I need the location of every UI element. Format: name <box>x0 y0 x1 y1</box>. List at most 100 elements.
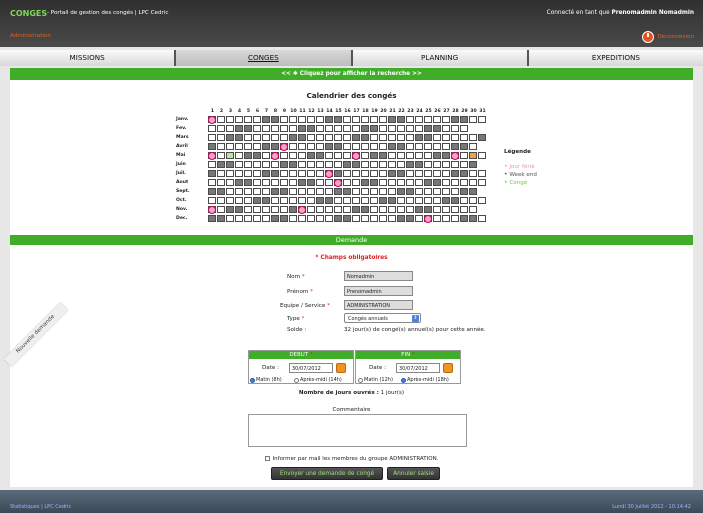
calendar-day-cell[interactable] <box>289 188 297 195</box>
calendar-day-cell[interactable] <box>307 188 315 195</box>
calendar-day-cell[interactable] <box>334 161 342 168</box>
calendar-day-cell[interactable] <box>442 170 450 177</box>
calendar-day-cell[interactable] <box>325 188 333 195</box>
calendar-day-cell[interactable] <box>478 179 486 186</box>
calendar-day-cell[interactable] <box>235 125 243 132</box>
calendar-day-cell[interactable] <box>334 125 342 132</box>
calendar-day-cell[interactable] <box>379 125 387 132</box>
calendar-day-cell[interactable] <box>370 170 378 177</box>
calendar-day-cell[interactable] <box>442 188 450 195</box>
calendar-day-cell[interactable] <box>253 188 261 195</box>
calendar-day-cell[interactable] <box>352 197 360 204</box>
calendar-day-cell[interactable] <box>271 170 279 177</box>
calendar-day-cell[interactable] <box>235 134 243 141</box>
calendar-day-cell[interactable] <box>442 134 450 141</box>
calendar-day-cell[interactable] <box>226 143 234 150</box>
calendar-day-cell[interactable] <box>244 143 252 150</box>
calendar-day-cell[interactable] <box>406 197 414 204</box>
calendar-day-cell[interactable] <box>397 161 405 168</box>
calendar-day-cell[interactable] <box>433 116 441 123</box>
calendar-day-cell[interactable] <box>316 206 324 213</box>
calendar-day-cell[interactable] <box>424 197 432 204</box>
calendar-day-cell[interactable] <box>415 161 423 168</box>
calendar-day-cell[interactable] <box>316 170 324 177</box>
calendar-day-cell[interactable] <box>361 152 369 159</box>
calendar-day-cell[interactable] <box>325 143 333 150</box>
calendar-day-cell[interactable] <box>289 125 297 132</box>
type-select[interactable]: Congés annuels ⇕ <box>344 313 421 323</box>
calendar-day-cell[interactable] <box>280 197 288 204</box>
calendar-day-cell[interactable] <box>379 179 387 186</box>
calendar-day-cell[interactable] <box>271 197 279 204</box>
calendar-day-cell[interactable] <box>478 134 486 141</box>
calendar-day-cell[interactable] <box>253 152 261 159</box>
calendar-day-cell[interactable] <box>361 197 369 204</box>
calendar-day-cell[interactable] <box>451 116 459 123</box>
calendar-day-cell[interactable] <box>370 116 378 123</box>
calendar-day-cell[interactable] <box>343 152 351 159</box>
calendar-day-cell[interactable] <box>289 179 297 186</box>
calendar-day-cell[interactable] <box>226 125 234 132</box>
calendar-day-cell[interactable] <box>442 161 450 168</box>
calendar-day-cell[interactable] <box>442 206 450 213</box>
calendar-icon[interactable] <box>336 363 346 373</box>
calendar-day-cell[interactable] <box>217 188 225 195</box>
calendar-day-cell[interactable] <box>361 143 369 150</box>
calendar-day-cell[interactable] <box>208 170 216 177</box>
calendar-day-cell[interactable] <box>244 188 252 195</box>
calendar-day-cell[interactable] <box>253 161 261 168</box>
calendar-day-cell[interactable] <box>298 116 306 123</box>
calendar-day-cell[interactable] <box>397 179 405 186</box>
calendar-day-cell[interactable] <box>406 161 414 168</box>
calendar-day-cell[interactable] <box>334 206 342 213</box>
calendar-day-cell[interactable] <box>433 170 441 177</box>
calendar-day-cell[interactable] <box>424 152 432 159</box>
calendar-day-cell[interactable] <box>379 152 387 159</box>
calendar-day-cell[interactable] <box>397 197 405 204</box>
tab-conges[interactable]: CONGES <box>176 50 351 66</box>
calendar-day-cell[interactable] <box>442 179 450 186</box>
calendar-day-cell[interactable] <box>406 206 414 213</box>
calendar-day-cell[interactable] <box>352 170 360 177</box>
calendar-day-cell[interactable] <box>298 197 306 204</box>
calendar-day-cell[interactable] <box>253 206 261 213</box>
calendar-day-cell[interactable] <box>316 152 324 159</box>
calendar-day-cell[interactable] <box>289 116 297 123</box>
calendar-day-cell[interactable] <box>442 215 450 222</box>
calendar-day-cell[interactable] <box>235 188 243 195</box>
tab-missions[interactable]: MISSIONS <box>0 50 175 66</box>
calendar-day-cell[interactable] <box>253 116 261 123</box>
calendar-day-cell[interactable] <box>370 197 378 204</box>
calendar-day-cell[interactable] <box>370 152 378 159</box>
calendar-day-cell[interactable] <box>244 152 252 159</box>
calendar-day-cell[interactable] <box>262 161 270 168</box>
calendar-day-cell[interactable] <box>379 170 387 177</box>
calendar-day-cell[interactable] <box>253 125 261 132</box>
calendar-day-cell[interactable] <box>469 188 477 195</box>
calendar-day-cell[interactable] <box>388 125 396 132</box>
calendar-day-cell[interactable] <box>226 197 234 204</box>
calendar-day-cell[interactable] <box>298 161 306 168</box>
calendar-day-cell[interactable] <box>289 206 297 213</box>
calendar-day-cell[interactable] <box>460 116 468 123</box>
calendar-day-cell[interactable] <box>271 143 279 150</box>
calendar-day-cell[interactable] <box>271 179 279 186</box>
calendar-day-cell[interactable] <box>217 125 225 132</box>
calendar-day-cell[interactable] <box>361 125 369 132</box>
calendar-day-cell[interactable] <box>478 116 486 123</box>
calendar-day-cell[interactable] <box>469 197 477 204</box>
calendar-day-cell[interactable] <box>406 179 414 186</box>
administration-link[interactable]: Administration <box>10 33 51 39</box>
calendar-day-cell[interactable] <box>334 134 342 141</box>
calendar-day-cell[interactable] <box>217 161 225 168</box>
calendar-day-cell[interactable] <box>235 116 243 123</box>
calendar-day-cell[interactable] <box>334 143 342 150</box>
calendar-day-cell[interactable] <box>478 170 486 177</box>
calendar-day-cell[interactable] <box>325 197 333 204</box>
calendar-day-cell[interactable] <box>325 152 333 159</box>
calendar-day-cell[interactable] <box>262 152 270 159</box>
calendar-day-cell[interactable] <box>235 170 243 177</box>
calendar-day-cell[interactable] <box>370 161 378 168</box>
calendar-day-cell[interactable] <box>460 134 468 141</box>
calendar-day-cell[interactable] <box>334 116 342 123</box>
